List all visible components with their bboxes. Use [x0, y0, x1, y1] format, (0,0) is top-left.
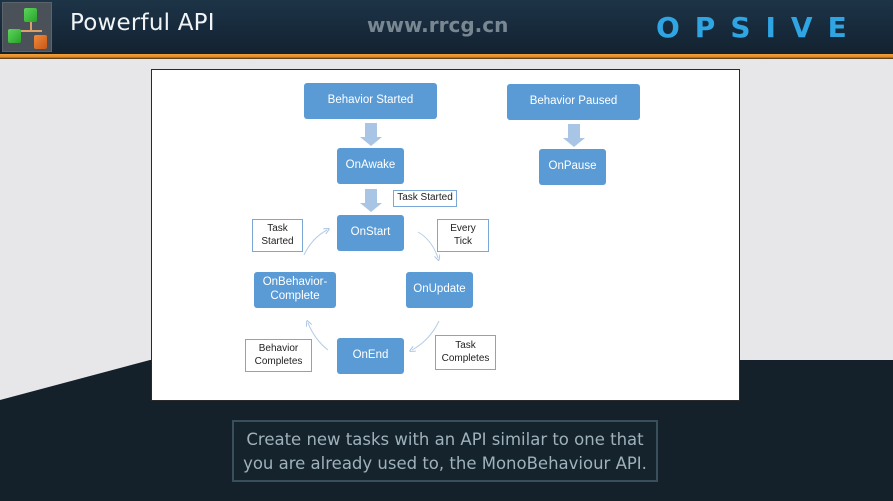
lifecycle-diagram: Behavior Started OnAwake Task Started Be…: [151, 69, 740, 401]
curved-arrow-icon: [308, 323, 329, 351]
title-bar: Powerful API www.rrcg.cn OPSIVE: [0, 0, 893, 54]
curved-arrow-icon: [417, 231, 438, 258]
cycle-arrows: [303, 70, 741, 402]
green-cube-icon: [8, 29, 21, 43]
curved-arrow-icon: [303, 230, 327, 256]
behavior-tree-logo-icon: [2, 2, 52, 52]
page-title: Powerful API: [70, 10, 215, 36]
header-accent-stripe: [0, 54, 893, 59]
curved-arrow-icon: [412, 320, 440, 350]
caption-line: Create new tasks with an API similar to …: [246, 430, 644, 449]
caption-line: you are already used to, the MonoBehavio…: [243, 454, 647, 473]
watermark-site: www.rrcg.cn: [367, 13, 509, 37]
caption-box: Create new tasks with an API similar to …: [232, 420, 658, 482]
brand-logo: OPSIVE: [656, 11, 862, 44]
green-cube-icon: [24, 8, 37, 22]
orange-cube-icon: [34, 35, 47, 49]
